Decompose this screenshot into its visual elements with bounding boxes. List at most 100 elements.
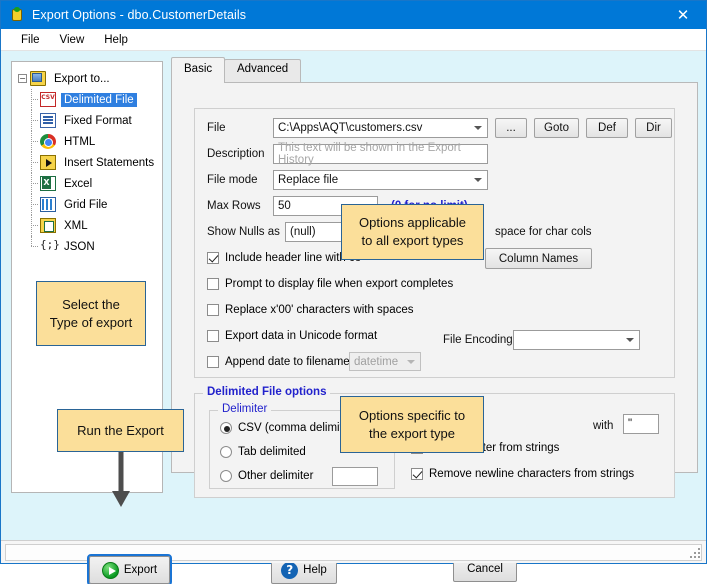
tree-item-label: Delimited File [61, 92, 137, 107]
def-button[interactable]: Def [586, 118, 628, 138]
file-mode-label: File mode [207, 174, 258, 186]
file-label: File [207, 122, 226, 134]
tree-item-label: XML [64, 219, 88, 232]
tree-expander-icon[interactable]: − [18, 74, 27, 83]
checkbox-replace-x00[interactable]: Replace x'00' characters with spaces [207, 304, 413, 316]
checkbox-icon [207, 304, 219, 316]
callout-options-all-types: Options applicable to all export types [341, 204, 484, 260]
tree-connector [27, 236, 40, 257]
trailing-space-label: space for char cols [495, 226, 592, 238]
checkbox-icon [207, 278, 219, 290]
file-path-combobox[interactable]: C:\Apps\AQT\customers.csv [273, 118, 488, 138]
play-icon [101, 561, 119, 579]
quote-char-input[interactable]: " [623, 414, 659, 434]
grid-file-icon [40, 197, 56, 212]
json-icon [40, 238, 60, 254]
excel-icon [40, 176, 56, 191]
radio-icon [220, 422, 232, 434]
checkbox-unicode[interactable]: Export data in Unicode format [207, 330, 377, 342]
tab-advanced[interactable]: Advanced [224, 59, 302, 83]
file-mode-value: Replace file [278, 174, 339, 186]
tree-item-label: Grid File [64, 198, 108, 211]
tree-item-html[interactable]: HTML [27, 131, 158, 152]
html-icon [40, 134, 56, 149]
max-rows-label: Max Rows [207, 200, 261, 212]
checkbox-remove-newline[interactable]: Remove newline characters from strings [411, 468, 634, 480]
menu-item-view[interactable]: View [50, 32, 95, 48]
export-app-icon [9, 7, 25, 23]
browse-button[interactable]: ... [495, 118, 527, 138]
close-icon[interactable]: ✕ [660, 1, 706, 29]
tab-basic[interactable]: Basic [171, 57, 226, 83]
append-date-format-value: datetime [354, 355, 399, 368]
with-label: with [593, 420, 614, 432]
column-names-button[interactable]: Column Names [485, 248, 592, 269]
tree-connector [27, 152, 40, 173]
file-encoding-label: File Encoding [443, 334, 513, 346]
radio-tab-delimited[interactable]: Tab delimited [220, 446, 306, 458]
tree-item-excel[interactable]: Excel [27, 173, 158, 194]
tab-strip: Basic Advanced [171, 57, 698, 83]
callout-options-specific: Options specific to the export type [340, 396, 484, 453]
export-button[interactable]: Export [87, 554, 172, 584]
tree-connector [27, 194, 40, 215]
checkbox-include-header[interactable]: Include header line with co [207, 252, 361, 264]
append-date-format-combobox[interactable]: datetime [349, 352, 421, 371]
tree-item-grid-file[interactable]: Grid File [27, 194, 158, 215]
callout-run-export: Run the Export [57, 409, 184, 452]
export-button-label: Export [123, 564, 158, 576]
chevron-down-icon [626, 338, 634, 342]
tree-item-fixed-format[interactable]: Fixed Format [27, 110, 158, 131]
file-mode-combobox[interactable]: Replace file [273, 170, 488, 190]
insert-statements-icon [40, 155, 56, 170]
file-encoding-combobox[interactable] [513, 330, 640, 350]
window-body: − Export to... Delimited File Fixed Form… [1, 51, 706, 584]
description-input[interactable]: This text will be shown in the Export Hi… [273, 142, 488, 166]
checkbox-label: Export data in Unicode format [225, 330, 378, 342]
radio-other-delimiter[interactable]: Other delimiter [220, 470, 313, 482]
tree-item-label: Excel [64, 177, 93, 190]
title-bar: Export Options - dbo.CustomerDetails ✕ [1, 1, 706, 29]
tree-item-label: HTML [64, 135, 96, 148]
file-path-value: C:\Apps\AQT\customers.csv [278, 122, 423, 134]
tree-item-json[interactable]: JSON [27, 236, 158, 257]
checkbox-label: Remove newline characters from strings [429, 468, 635, 480]
tree-children: Delimited File Fixed Format HTML [18, 89, 158, 257]
menu-item-help[interactable]: Help [94, 32, 138, 48]
dir-button[interactable]: Dir [635, 118, 672, 138]
description-label: Description [207, 148, 265, 160]
checkbox-prompt-display[interactable]: Prompt to display file when export compl… [207, 278, 453, 290]
checkbox-label: Prompt to display file when export compl… [225, 278, 454, 290]
radio-csv-comma[interactable]: CSV (comma delimited) [220, 422, 359, 434]
tree-item-xml[interactable]: XML [27, 215, 158, 236]
tree-connector [27, 131, 40, 152]
goto-button[interactable]: Goto [534, 118, 579, 138]
checkbox-icon [207, 330, 219, 342]
show-nulls-label: Show Nulls as [207, 226, 280, 238]
tree-connector [27, 173, 40, 194]
menu-item-file[interactable]: File [11, 32, 50, 48]
checkbox-append-date[interactable]: Append date to filename [207, 356, 350, 368]
checkbox-label: Append date to filename [225, 356, 350, 368]
delimiter-subgroup-title: Delimiter [218, 403, 272, 415]
fixed-format-icon [40, 113, 56, 128]
question-mark-icon: ? [281, 561, 299, 579]
radio-icon [220, 470, 232, 482]
chevron-down-icon [474, 178, 482, 182]
tree-item-delimited-file[interactable]: Delimited File [27, 89, 158, 110]
export-to-icon [30, 71, 46, 86]
tree-root-export-to[interactable]: − Export to... [18, 68, 158, 89]
tree-item-label: JSON [64, 240, 95, 253]
chevron-down-icon [407, 359, 415, 364]
window-title: Export Options - dbo.CustomerDetails [32, 8, 247, 22]
export-options-window: Export Options - dbo.CustomerDetails ✕ F… [0, 0, 707, 584]
export-type-tree: − Export to... Delimited File Fixed Form… [12, 62, 162, 257]
checkbox-label: Replace x'00' characters with spaces [225, 304, 414, 316]
radio-label: Tab delimited [238, 446, 306, 458]
resize-grip-icon[interactable] [690, 548, 702, 560]
callout-run-export-arrow [112, 449, 130, 507]
tree-item-insert-statements[interactable]: Insert Statements [27, 152, 158, 173]
help-button-label: Help [303, 564, 327, 576]
other-delimiter-input[interactable] [332, 467, 378, 486]
callout-select-type: Select the Type of export [36, 281, 146, 346]
